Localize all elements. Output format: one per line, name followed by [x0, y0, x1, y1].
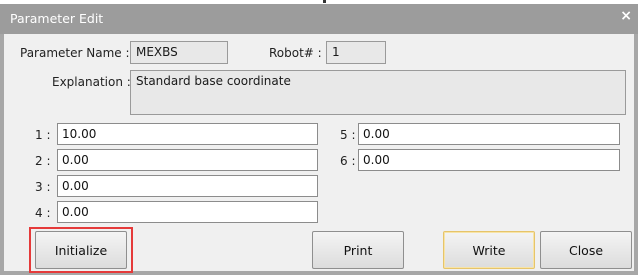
field-3-input[interactable]	[57, 175, 318, 197]
dialog-body: Parameter Name : MEXBS Robot# : 1 Explan…	[4, 34, 634, 273]
write-button[interactable]: Write	[443, 231, 535, 269]
field-5-input[interactable]	[358, 123, 620, 145]
explanation-label: Explanation :	[52, 75, 131, 89]
robot-number-label: Robot# :	[269, 46, 322, 60]
field-2-label: 2 :	[35, 154, 51, 168]
close-button[interactable]: Close	[540, 231, 632, 269]
field-6-label: 6 :	[340, 154, 356, 168]
explanation-value: Standard base coordinate	[130, 70, 626, 115]
field-1-input[interactable]	[57, 123, 318, 145]
field-6-input[interactable]	[358, 149, 620, 171]
field-2-input[interactable]	[57, 149, 318, 171]
field-5-label: 5 :	[340, 128, 356, 142]
window-close-icon[interactable]: ×	[620, 8, 632, 24]
field-3-label: 3 :	[35, 180, 51, 194]
field-1-label: 1 :	[35, 128, 51, 142]
field-4-label: 4 :	[35, 206, 51, 220]
field-4-input[interactable]	[57, 201, 318, 223]
robot-number-value: 1	[326, 41, 386, 64]
initialize-button[interactable]: Initialize	[35, 231, 127, 269]
parameter-edit-dialog: Parameter Edit × Parameter Name : MEXBS …	[0, 4, 638, 275]
window-title: Parameter Edit	[10, 11, 104, 26]
mouse-cursor-icon	[323, 0, 326, 3]
parameter-name-value: MEXBS	[130, 41, 228, 64]
title-bar: Parameter Edit ×	[0, 4, 638, 34]
print-button[interactable]: Print	[312, 231, 404, 269]
parameter-name-label: Parameter Name :	[20, 46, 130, 60]
